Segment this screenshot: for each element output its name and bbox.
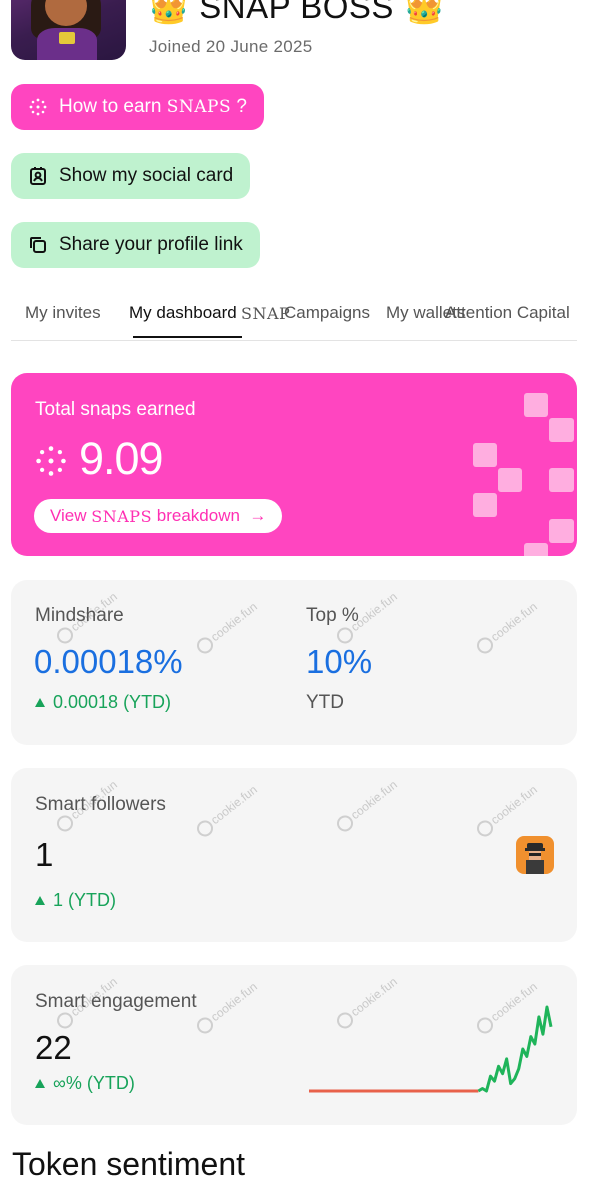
- profile-avatar[interactable]: [11, 0, 126, 60]
- smart-engagement-value: 22: [35, 1029, 72, 1066]
- token-sentiment-heading: Token sentiment: [12, 1146, 246, 1182]
- decor-square: [524, 543, 548, 556]
- how-to-earn-prefix: How to earn: [59, 96, 162, 117]
- engagement-sparkline: [309, 1005, 553, 1093]
- breakdown-snaps: SNAPS: [91, 506, 153, 526]
- smart-engagement-label: Smart engagement: [35, 991, 197, 1012]
- watermark: cookie.fun: [473, 782, 541, 840]
- show-social-card-button[interactable]: Show my social card: [11, 153, 251, 199]
- how-to-earn-button[interactable]: How to earn SNAPS ?: [11, 84, 264, 130]
- sparkle-dots-icon: [27, 96, 49, 118]
- top-percent-label: Top %: [306, 605, 359, 626]
- total-snaps-label: Total snaps earned: [35, 399, 196, 420]
- joined-date: Joined 20 June 2025: [149, 37, 313, 56]
- share-profile-link-button[interactable]: Share your profile link: [11, 222, 260, 268]
- smart-followers-label: Smart followers: [35, 794, 166, 815]
- total-snaps-card: Total snaps earned 9.09 View SNAPS break…: [11, 373, 577, 556]
- decor-square: [549, 418, 574, 442]
- sparkle-dots-icon: [35, 445, 67, 482]
- watermark: cookie.fun: [473, 599, 541, 657]
- view-snaps-breakdown-button[interactable]: View SNAPS breakdown →: [34, 499, 283, 533]
- share-profile-link-label: Share your profile link: [59, 234, 243, 255]
- up-arrow-icon: [35, 1079, 45, 1088]
- decor-square: [473, 443, 497, 467]
- breakdown-prefix: View: [50, 506, 87, 525]
- follower-avatar[interactable]: [516, 836, 554, 874]
- tab-my-invites[interactable]: My invites: [25, 303, 101, 323]
- how-to-earn-snaps: SNAPS: [166, 97, 232, 117]
- how-to-earn-suffix: ?: [236, 96, 247, 117]
- smart-followers-delta: 1 (YTD): [35, 890, 116, 911]
- decor-square: [549, 468, 574, 492]
- smart-followers-value: 1: [35, 836, 54, 873]
- up-arrow-icon: [35, 896, 45, 905]
- copy-icon: [27, 234, 49, 256]
- tab-bar: My invites My dashboard SNAP Campaigns M…: [11, 296, 577, 341]
- up-arrow-icon: [35, 698, 45, 707]
- decor-square: [498, 468, 522, 492]
- tab-my-dashboard[interactable]: My dashboard: [129, 303, 237, 323]
- smart-engagement-card: cookie.fun cookie.fun cookie.fun cookie.…: [11, 965, 577, 1125]
- breakdown-suffix: breakdown: [156, 506, 240, 525]
- watermark: cookie.fun: [193, 979, 261, 1037]
- mindshare-card: cookie.fun cookie.fun cookie.fun cookie.…: [11, 580, 577, 745]
- watermark: cookie.fun: [193, 782, 261, 840]
- mindshare-label: Mindshare: [35, 605, 124, 626]
- watermark: cookie.fun: [333, 777, 401, 835]
- tab-attention-capital[interactable]: Attention Capital: [445, 303, 570, 323]
- profile-name: 👑 SNAP BOSS 👑: [148, 0, 446, 25]
- tab-campaigns[interactable]: Campaigns: [284, 303, 370, 323]
- smart-followers-card: cookie.fun cookie.fun cookie.fun cookie.…: [11, 768, 577, 942]
- tab-snap[interactable]: SNAP: [241, 304, 290, 323]
- id-card-icon: [27, 165, 49, 187]
- smart-engagement-delta: ∞% (YTD): [35, 1073, 135, 1094]
- mindshare-value: 0.00018%: [34, 643, 183, 680]
- top-percent-period: YTD: [306, 692, 344, 713]
- total-snaps-value: 9.09: [79, 433, 164, 484]
- sparkline-rise-segment: [477, 1005, 553, 1093]
- mindshare-delta: 0.00018 (YTD): [35, 692, 171, 713]
- watermark: cookie.fun: [193, 599, 261, 657]
- active-tab-indicator: [133, 336, 242, 338]
- avatar-chain: [59, 32, 75, 44]
- top-percent-value: 10%: [306, 643, 373, 680]
- decor-square: [549, 519, 574, 543]
- decor-square: [524, 393, 548, 417]
- arrow-right-icon: →: [249, 506, 267, 525]
- show-social-card-label: Show my social card: [59, 165, 234, 186]
- decor-square: [473, 493, 497, 517]
